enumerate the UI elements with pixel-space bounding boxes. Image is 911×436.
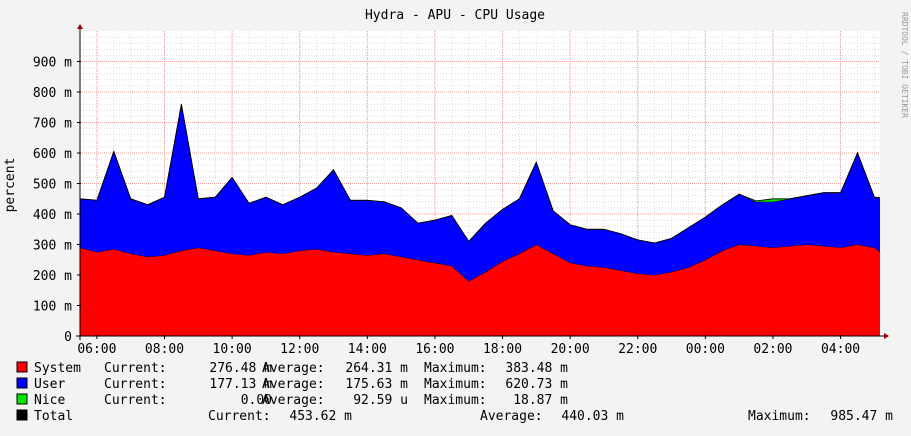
legend-maximum-label: Maximum:: [424, 393, 487, 408]
y-tick-label: 400 m: [33, 208, 72, 223]
legend-series-name: System: [34, 361, 81, 376]
legend-total-average-value: 440.03 m: [561, 409, 624, 424]
x-tick-label: 12:00: [280, 342, 319, 357]
y-axis-label: percent: [3, 158, 18, 213]
legend-average-label: Average:: [262, 377, 325, 392]
legend-swatch-total: [16, 409, 28, 421]
x-tick-label: 02:00: [753, 342, 792, 357]
legend-total-name: Total: [34, 409, 73, 424]
legend-maximum-value: 620.73 m: [505, 377, 568, 392]
y-tick-label: 200 m: [33, 269, 72, 284]
graph-window: 0 100 m 200 m 300 m 400 m 500 m 600 m 700 m 800 …: [0, 0, 911, 432]
legend-average-label: Average:: [262, 361, 325, 376]
legend-average-value: 175.63 m: [345, 377, 408, 392]
legend-maximum-value: 18.87 m: [513, 393, 568, 408]
rrdtool-watermark: RRDTOOL / TOBI OETIKER: [900, 12, 909, 118]
legend-series-name: Nice: [34, 393, 65, 408]
legend-total-average-label: Average:: [480, 409, 543, 424]
legend-current-label: Current:: [104, 377, 167, 392]
y-tick-label: 100 m: [33, 300, 72, 315]
y-tick-label: 700 m: [33, 117, 72, 132]
legend-maximum-label: Maximum:: [424, 361, 487, 376]
legend-total-current-value: 453.62 m: [289, 409, 352, 424]
x-tick-label: 08:00: [145, 342, 184, 357]
legend-series-name: User: [34, 377, 65, 392]
y-tick-label: 500 m: [33, 178, 72, 193]
legend-average-value: 92.59 u: [353, 393, 408, 408]
y-tick-label: 0: [64, 330, 72, 345]
legend-total-maximum-value: 985.47 m: [830, 409, 893, 424]
legend-average-label: Average:: [262, 393, 325, 408]
chart-title: Hydra - APU - CPU Usage: [365, 8, 545, 23]
y-tick-label: 800 m: [33, 86, 72, 101]
legend-swatch-system: [16, 361, 28, 373]
x-tick-label: 10:00: [213, 342, 252, 357]
x-tick-label: 22:00: [618, 342, 657, 357]
y-tick-label: 300 m: [33, 239, 72, 254]
x-tick-label: 14:00: [348, 342, 387, 357]
legend-total-maximum-label: Maximum:: [748, 409, 811, 424]
legend-current-label: Current:: [104, 361, 167, 376]
x-tick-label: 00:00: [686, 342, 725, 357]
y-tick-label: 600 m: [33, 147, 72, 162]
x-tick-label: 04:00: [821, 342, 860, 357]
cpu-usage-chart: 0 100 m 200 m 300 m 400 m 500 m 600 m 700 m 800 …: [0, 0, 911, 432]
y-tick-label: 900 m: [33, 56, 72, 71]
legend-swatch-user: [16, 377, 28, 389]
x-tick-label: 16:00: [415, 342, 454, 357]
x-tick-label: 20:00: [551, 342, 590, 357]
legend-maximum-value: 383.48 m: [505, 361, 568, 376]
legend-average-value: 264.31 m: [345, 361, 408, 376]
x-tick-label: 18:00: [483, 342, 522, 357]
legend-current-label: Current:: [104, 393, 167, 408]
legend-total-current-label: Current:: [208, 409, 271, 424]
x-tick-label: 06:00: [77, 342, 116, 357]
legend-swatch-nice: [16, 393, 28, 405]
legend-maximum-label: Maximum:: [424, 377, 487, 392]
